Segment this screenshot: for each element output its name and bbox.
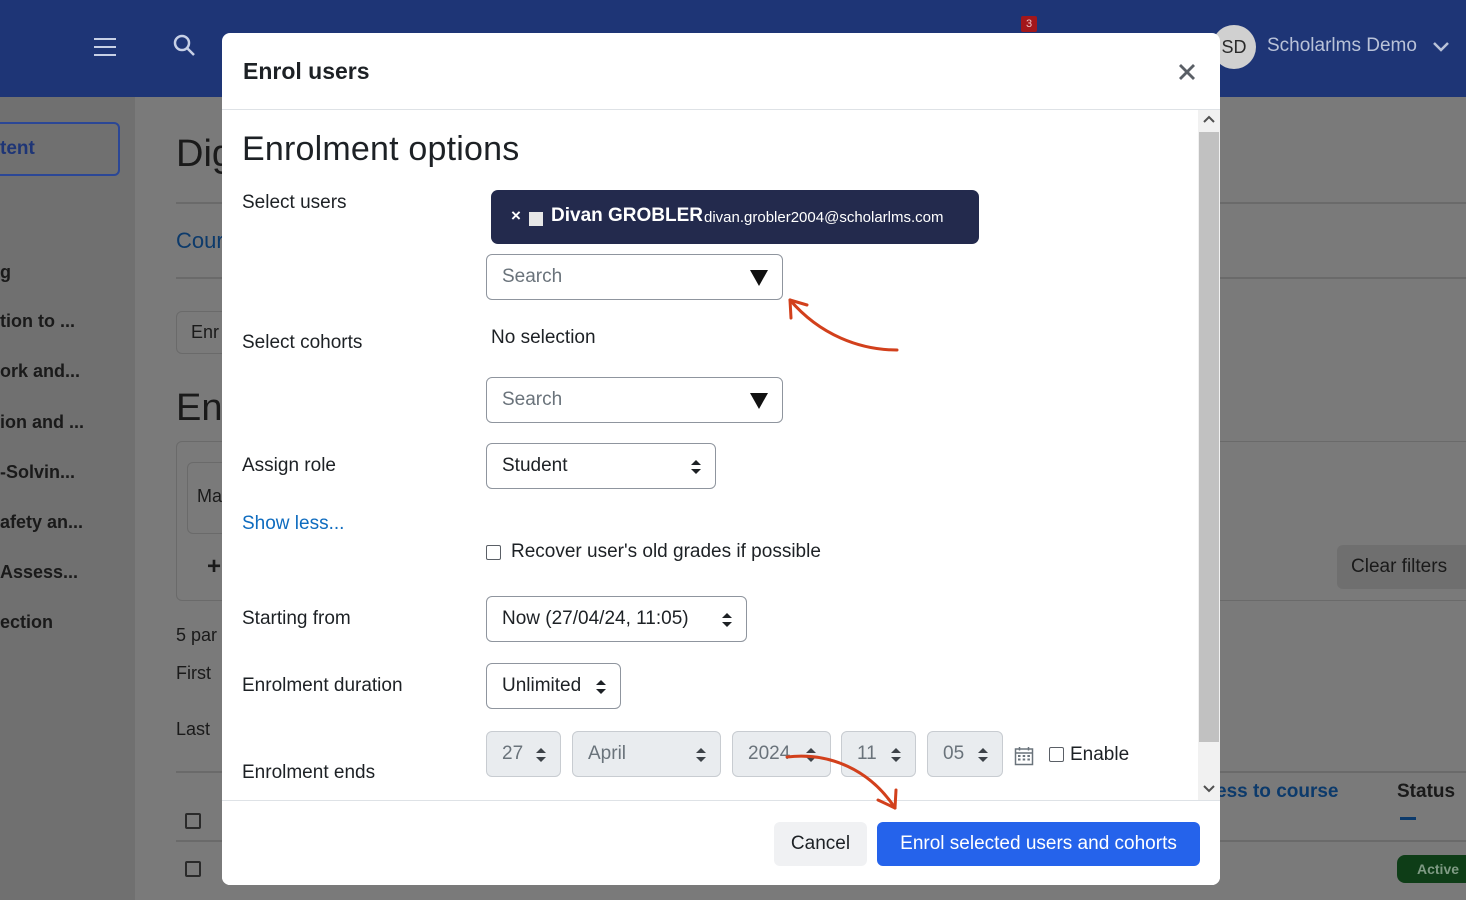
chevron-down-icon[interactable] <box>1432 38 1450 56</box>
enrolment-duration-value: Unlimited <box>502 675 582 696</box>
user-picture-icon <box>529 212 543 226</box>
enrolment-duration-label: Enrolment duration <box>242 675 403 696</box>
first-name-filter-label: First <box>176 663 211 683</box>
select-users-label: Select users <box>242 192 347 213</box>
clear-filters-button[interactable]: Clear filters <box>1337 545 1466 589</box>
menu-toggle-icon[interactable] <box>94 38 116 58</box>
enrolment-ends-month: April <box>588 743 627 764</box>
selected-user-chip[interactable]: × Divan GROBLER divan.grobler2004@schola… <box>491 190 979 244</box>
sidebar-item[interactable]: g <box>0 262 11 283</box>
enrolment-ends-hour: 11 <box>857 743 877 764</box>
select-updown-icon <box>691 460 701 474</box>
sort-indicator <box>1400 817 1416 820</box>
participants-count: 5 par <box>176 625 218 645</box>
close-icon[interactable] <box>1176 61 1198 83</box>
starting-from-value: Now (27/04/24, 11:05) <box>502 608 689 629</box>
enrolment-duration-select[interactable]: Unlimited <box>486 663 621 709</box>
sidebar-item[interactable]: ion and ... <box>0 412 84 433</box>
users-search-placeholder: Search <box>502 266 563 287</box>
sidebar-item[interactable]: Assess... <box>0 562 78 583</box>
calendar-icon[interactable] <box>1014 746 1034 766</box>
user-menu-name[interactable]: Scholarlms Demo <box>1267 35 1417 57</box>
cohorts-search-input[interactable]: Search <box>486 377 783 423</box>
enrolment-options-heading: Enrolment options <box>242 130 520 168</box>
select-all-checkbox[interactable] <box>185 813 201 829</box>
select-updown-icon <box>978 748 988 762</box>
status-column-header[interactable]: Status <box>1397 781 1455 803</box>
sidebar-item[interactable]: -Solvin... <box>0 462 75 483</box>
sidebar-item[interactable]: ection <box>0 612 53 633</box>
enrolment-ends-month-select[interactable]: April <box>572 731 721 777</box>
scrollbar-thumb[interactable] <box>1199 132 1219 742</box>
starting-from-label: Starting from <box>242 608 351 629</box>
selected-user-name: Divan GROBLER <box>551 205 704 226</box>
cancel-button[interactable]: Cancel <box>774 822 867 866</box>
enrolment-ends-day: 27 <box>502 743 524 764</box>
status-badge: Active <box>1397 855 1466 883</box>
select-updown-icon <box>696 748 706 762</box>
assign-role-select[interactable]: Student <box>486 443 716 489</box>
notification-count-badge[interactable]: 3 <box>1021 16 1037 32</box>
enrolment-ends-year: 2024 <box>748 743 791 764</box>
sidebar-content-label: tent <box>0 138 35 159</box>
last-name-filter-label: Last <box>176 719 211 739</box>
modal-scrollbar[interactable] <box>1198 110 1220 800</box>
remove-icon[interactable]: × <box>511 206 521 226</box>
select-updown-icon <box>806 748 816 762</box>
recover-grades-checkbox[interactable] <box>486 545 501 560</box>
cohorts-search-placeholder: Search <box>502 389 563 410</box>
row-select-checkbox[interactable] <box>185 861 201 877</box>
filter-match-label: Ma <box>197 486 223 506</box>
dropdown-triangle-icon[interactable] <box>750 270 768 286</box>
sidebar-item[interactable]: ork and... <box>0 361 80 382</box>
assign-role-value: Student <box>502 455 568 476</box>
select-updown-icon <box>722 613 732 627</box>
enrolment-ends-minute: 05 <box>943 743 965 764</box>
enrolment-ends-year-select[interactable]: 2024 <box>732 731 831 777</box>
enrolment-ends-enable-checkbox[interactable] <box>1049 747 1064 762</box>
add-condition-icon[interactable]: + <box>207 553 221 581</box>
users-search-input[interactable]: Search <box>486 254 783 300</box>
search-icon[interactable] <box>172 33 196 57</box>
enrolment-ends-enable-label: Enable <box>1070 744 1130 765</box>
show-less-link[interactable]: Show less... <box>242 513 344 535</box>
cohorts-no-selection: No selection <box>491 327 596 348</box>
modal-body: Enrolment options Select users × Divan G… <box>222 110 1220 800</box>
enrolment-ends-minute-select[interactable]: 05 <box>927 731 1003 777</box>
sidebar-item[interactable]: afety an... <box>0 512 83 533</box>
scroll-down-icon[interactable] <box>1203 782 1215 794</box>
selected-user-email: divan.grobler2004@scholarlms.com <box>704 209 944 226</box>
access-to-course-column-header[interactable]: ess to course <box>1216 781 1339 803</box>
select-cohorts-label: Select cohorts <box>242 332 363 353</box>
assign-role-label: Assign role <box>242 455 336 476</box>
dropdown-triangle-icon[interactable] <box>750 393 768 409</box>
select-updown-icon <box>596 680 606 694</box>
modal-header: Enrol users <box>222 33 1220 110</box>
enrol-users-button-label: Enr <box>191 322 220 342</box>
select-updown-icon <box>536 748 546 762</box>
recover-grades-label: Recover user's old grades if possible <box>511 541 821 562</box>
modal-title: Enrol users <box>243 58 370 84</box>
sidebar-item[interactable]: tion to ... <box>0 311 75 332</box>
sidebar-content-button[interactable]: tent <box>0 122 120 176</box>
select-updown-icon <box>891 748 901 762</box>
enrolment-ends-hour-select[interactable]: 11 <box>841 731 916 777</box>
course-index-sidebar <box>0 97 135 900</box>
starting-from-select[interactable]: Now (27/04/24, 11:05) <box>486 596 747 642</box>
enrolment-ends-label: Enrolment ends <box>242 762 376 783</box>
enrolment-ends-day-select[interactable]: 27 <box>486 731 561 777</box>
enrol-selected-users-button[interactable]: Enrol selected users and cohorts <box>877 822 1200 866</box>
enrol-users-modal: Enrol users Enrolment options Select use… <box>222 33 1220 885</box>
modal-footer: Cancel Enrol selected users and cohorts <box>222 800 1220 885</box>
scroll-up-icon[interactable] <box>1203 114 1215 126</box>
tab-course[interactable]: Cour <box>176 228 224 254</box>
section-heading: En <box>176 387 223 429</box>
